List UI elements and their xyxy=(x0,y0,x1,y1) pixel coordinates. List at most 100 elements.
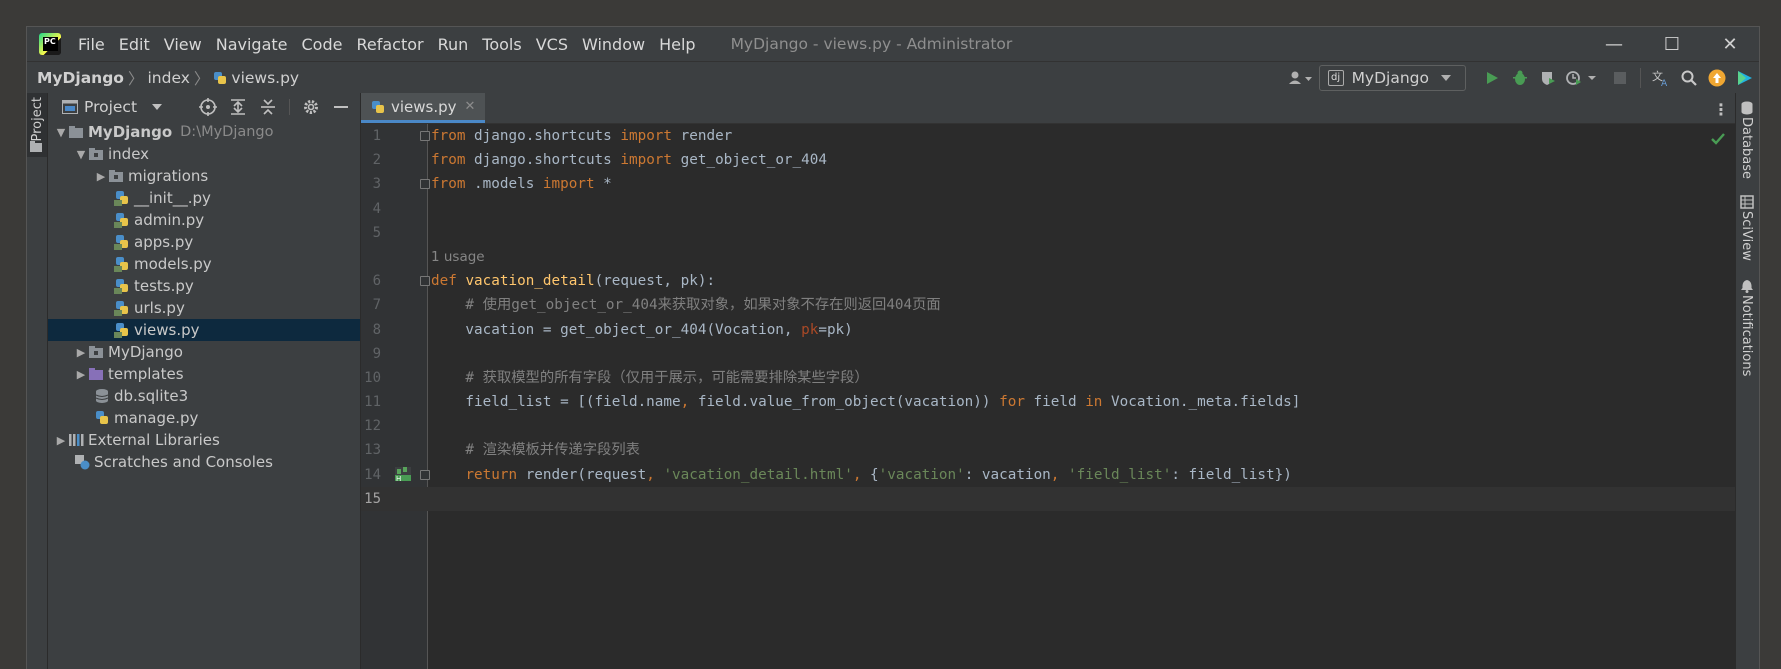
chevron-right-icon[interactable]: ▶ xyxy=(74,368,88,381)
menu-view[interactable]: View xyxy=(157,35,209,54)
user-account-icon[interactable] xyxy=(1283,64,1319,92)
tree-item-project-root[interactable]: ▼ MyDjango D:\MyDjango xyxy=(48,121,360,143)
menu-tools[interactable]: Tools xyxy=(475,35,528,54)
tree-item-path: D:\MyDjango xyxy=(180,124,274,140)
fold-marker-icon[interactable] xyxy=(420,179,430,190)
more-options-icon[interactable]: ⋮ xyxy=(1713,100,1729,119)
project-panel-title[interactable]: Project xyxy=(84,98,137,116)
code-text: field_list = [(field.name, field.value_f… xyxy=(431,394,1301,411)
window-title: MyDjango - views.py - Administrator xyxy=(730,35,1013,53)
tree-item-tests-py[interactable]: tests.py xyxy=(48,275,360,297)
python-file-icon xyxy=(96,411,108,424)
tree-item-manage-py[interactable]: manage.py xyxy=(48,407,360,429)
gear-icon[interactable] xyxy=(300,98,322,116)
fold-marker-icon[interactable] xyxy=(420,469,430,480)
sciview-tool-tab[interactable]: SciView xyxy=(1739,211,1754,261)
sciview-icon xyxy=(1740,195,1754,209)
tree-item-scratches[interactable]: Scratches and Consoles xyxy=(48,451,360,473)
tree-item-external-libraries[interactable]: ▶ External Libraries xyxy=(48,429,360,451)
breadcrumb-file[interactable]: views.py xyxy=(231,69,299,87)
fold-marker-icon[interactable] xyxy=(420,131,430,141)
python-file-icon xyxy=(114,279,128,294)
run-icon xyxy=(1487,72,1498,84)
menu-help[interactable]: Help xyxy=(652,35,702,54)
code-line: 6 def vacation_detail(request, pk): xyxy=(361,269,1735,293)
database-tool-tab[interactable]: Database xyxy=(1739,117,1754,179)
search-button[interactable] xyxy=(1675,64,1703,92)
stop-button[interactable] xyxy=(1606,64,1634,92)
tree-item-index[interactable]: ▼ index xyxy=(48,143,360,165)
hide-panel-icon[interactable] xyxy=(330,98,352,116)
chevron-down-icon[interactable]: ▼ xyxy=(74,148,88,161)
profile-button[interactable] xyxy=(1562,64,1606,92)
code-area[interactable]: 1 from django.shortcuts import render 2 fr… xyxy=(361,124,1735,669)
line-number: 8 xyxy=(372,321,381,338)
tree-item-label: admin.py xyxy=(134,211,205,229)
tree-item-apps-py[interactable]: apps.py xyxy=(48,231,360,253)
chevron-down-icon[interactable]: ▼ xyxy=(54,126,68,139)
breadcrumb-folder[interactable]: index xyxy=(147,69,189,87)
tree-item-templates[interactable]: ▶ templates xyxy=(48,363,360,385)
usage-hint-line: 1 usage xyxy=(361,245,1735,269)
menu-edit[interactable]: Edit xyxy=(112,35,157,54)
maximize-button[interactable]: ☐ xyxy=(1643,27,1701,61)
tree-item-views-py[interactable]: views.py xyxy=(48,319,360,341)
chevron-right-icon[interactable]: ▶ xyxy=(54,434,68,447)
scratches-icon xyxy=(75,455,90,470)
title-bar: PC File Edit View Navigate Code Refactor… xyxy=(27,27,1759,61)
coverage-button[interactable] xyxy=(1534,64,1562,92)
run-button[interactable] xyxy=(1478,64,1506,92)
usage-hint[interactable]: 1 usage xyxy=(431,245,485,269)
tree-item-urls-py[interactable]: urls.py xyxy=(48,297,360,319)
tree-item-db-sqlite3[interactable]: db.sqlite3 xyxy=(48,385,360,407)
menu-refactor[interactable]: Refactor xyxy=(349,35,430,54)
expand-all-icon[interactable] xyxy=(227,98,249,116)
code-line: 8 vacation = get_object_or_404(Vocation,… xyxy=(361,318,1735,342)
close-icon[interactable]: ✕ xyxy=(465,99,476,114)
editor-tab-views-py[interactable]: views.py ✕ xyxy=(361,93,486,123)
menu-code[interactable]: Code xyxy=(295,35,350,54)
folder-icon xyxy=(69,126,83,138)
code-line: 13 # 渲染模板并传递字段列表 xyxy=(361,438,1735,462)
notifications-tool-tab[interactable]: Notifications xyxy=(1739,295,1754,376)
menu-run[interactable]: Run xyxy=(431,35,476,54)
toolbar: dj MyDjango 文A xyxy=(1283,62,1759,94)
tree-item-label: MyDjango xyxy=(88,123,173,141)
code-line: 7 # 使用get_object_or_404来获取对象，如果对象不存在则返回4… xyxy=(361,293,1735,317)
updates-button[interactable] xyxy=(1703,64,1731,92)
debug-button[interactable] xyxy=(1506,64,1534,92)
tree-item-init-py[interactable]: __init__.py xyxy=(48,187,360,209)
package-folder-icon xyxy=(109,170,123,182)
collapse-all-icon[interactable] xyxy=(257,98,279,116)
minimize-button[interactable]: — xyxy=(1585,27,1643,61)
menu-file[interactable]: File xyxy=(71,35,112,54)
tree-item-models-py[interactable]: models.py xyxy=(48,253,360,275)
html-template-gutter-icon[interactable]: H xyxy=(395,466,415,483)
project-tool-label: Project xyxy=(30,97,45,142)
code-line: 12 xyxy=(361,414,1735,438)
code-with-me-button[interactable] xyxy=(1731,64,1759,92)
menu-vcs[interactable]: VCS xyxy=(529,35,575,54)
fold-marker-icon[interactable] xyxy=(420,276,430,287)
code-with-me-icon xyxy=(1738,71,1752,85)
tree-item-mydjango-package[interactable]: ▶ MyDjango xyxy=(48,341,360,363)
update-icon xyxy=(1708,69,1726,87)
tree-item-migrations[interactable]: ▶ migrations xyxy=(48,165,360,187)
run-configuration-dropdown[interactable]: dj MyDjango xyxy=(1318,65,1466,91)
python-file-icon xyxy=(214,72,227,84)
translate-button[interactable]: 文A xyxy=(1647,64,1675,92)
breadcrumb-separator-icon: 〉 xyxy=(127,70,144,88)
breadcrumb-root[interactable]: MyDjango xyxy=(37,69,124,87)
chevron-down-icon xyxy=(1441,75,1451,81)
chevron-right-icon[interactable]: ▶ xyxy=(74,346,88,359)
menu-navigate[interactable]: Navigate xyxy=(209,35,295,54)
chevron-down-icon[interactable] xyxy=(151,103,163,111)
menu-window[interactable]: Window xyxy=(575,35,652,54)
code-text: from django.shortcuts import get_object_… xyxy=(431,152,827,169)
chevron-right-icon[interactable]: ▶ xyxy=(94,170,108,183)
code-text: # 获取模型的所有字段（仅用于展示，可能需要排除某些字段） xyxy=(431,369,869,386)
locate-file-icon[interactable] xyxy=(197,98,219,116)
line-number: 12 xyxy=(364,418,381,435)
tree-item-admin-py[interactable]: admin.py xyxy=(48,209,360,231)
close-button[interactable]: ✕ xyxy=(1701,27,1759,61)
